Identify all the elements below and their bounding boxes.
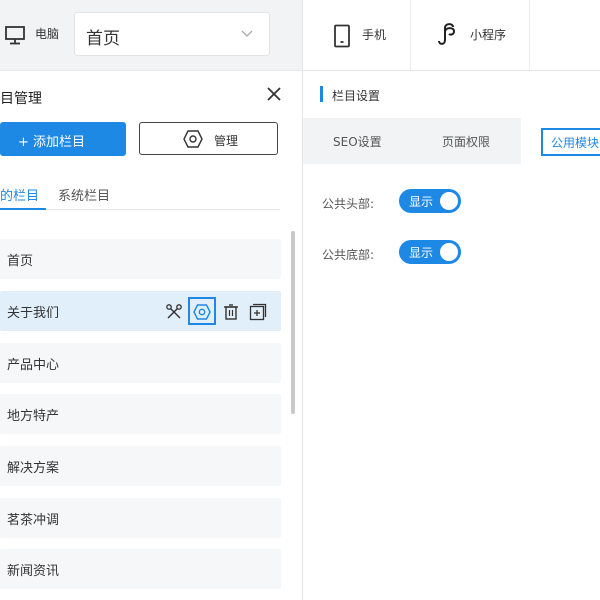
tab-system-columns[interactable]: 系统栏目 — [58, 185, 110, 204]
list-item-label: 解决方案 — [7, 461, 60, 476]
manage-button-label: 管理 — [214, 134, 239, 148]
toggle-text: 显示 — [409, 195, 434, 209]
settings-hex-icon — [183, 130, 203, 148]
manage-button[interactable] — [139, 122, 278, 155]
panel-title: 目管理 — [0, 91, 42, 107]
device-mobile-label: 手机 — [362, 28, 387, 42]
list-item-label: 茗茶冲调 — [7, 513, 60, 528]
list-item[interactable]: 关于我们 — [0, 291, 281, 331]
tools-icon[interactable] — [165, 303, 183, 321]
scrollbar[interactable] — [291, 231, 295, 414]
tab-active-indicator — [0, 208, 46, 210]
section-accent-bar — [320, 86, 323, 102]
chevron-down-icon — [241, 30, 253, 37]
list-item-label: 关于我们 — [7, 306, 60, 321]
footer-toggle[interactable]: 显示 — [399, 240, 461, 264]
list-item[interactable]: 首页 — [0, 239, 281, 279]
page-select-value: 首页 — [86, 29, 120, 49]
list-item-label: 首页 — [7, 254, 34, 269]
device-tab-mobile[interactable] — [303, 0, 411, 70]
panel-divider — [302, 0, 303, 600]
toggle-knob — [440, 192, 458, 210]
tab-seo[interactable]: SEO设置 — [333, 133, 382, 150]
settings-hex-icon[interactable] — [193, 303, 211, 321]
list-item[interactable]: 地方特产 — [0, 394, 281, 434]
list-item[interactable]: 新闻资讯 — [0, 549, 281, 589]
toggle-knob — [440, 243, 458, 261]
device-miniapp-label: 小程序 — [470, 28, 507, 42]
tab-common-module-label: 公用模块 — [551, 136, 600, 150]
trash-icon[interactable] — [222, 303, 240, 321]
list-item[interactable]: 茗茶冲调 — [0, 498, 281, 538]
toggle-text: 显示 — [409, 246, 434, 260]
section-title: 栏目设置 — [332, 89, 381, 103]
miniapp-icon — [438, 23, 456, 45]
desktop-icon[interactable] — [4, 24, 26, 46]
list-item-label: 新闻资讯 — [7, 564, 60, 579]
mobile-icon — [334, 24, 350, 48]
list-item-label: 地方特产 — [7, 409, 60, 424]
header-toggle[interactable]: 显示 — [399, 189, 461, 213]
add-column-button[interactable]: + 添加栏目 — [0, 122, 126, 156]
add-subitem-icon[interactable] — [249, 303, 267, 321]
option-header-label: 公共头部: — [322, 197, 375, 211]
option-footer-label: 公共底部: — [322, 248, 375, 262]
device-pc-label[interactable]: 电脑 — [35, 25, 59, 42]
list-item[interactable]: 产品中心 — [0, 343, 281, 383]
list-item-label: 产品中心 — [7, 358, 60, 373]
list-item[interactable]: 解决方案 — [0, 446, 281, 486]
add-column-label: + 添加栏目 — [18, 135, 86, 150]
tab-page-permission[interactable]: 页面权限 — [442, 133, 490, 150]
tab-my-columns[interactable]: 的栏目 — [0, 185, 39, 204]
close-icon[interactable] — [266, 86, 282, 102]
